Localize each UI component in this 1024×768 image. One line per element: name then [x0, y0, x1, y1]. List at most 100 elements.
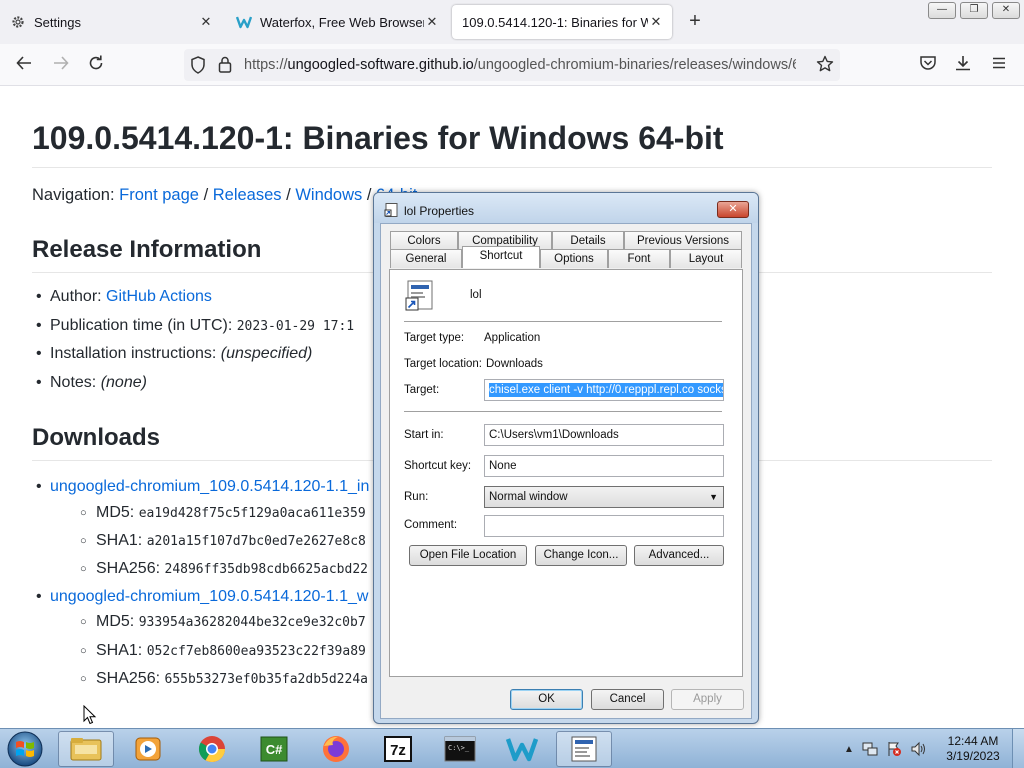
- change-icon-button[interactable]: Change Icon...: [535, 545, 627, 566]
- taskbar-media-player[interactable]: [120, 731, 176, 767]
- hash-md5: MD5: ea19d428f75c5f129a0aca611e359: [80, 504, 366, 522]
- breadcrumb-separator: /: [366, 186, 372, 204]
- run-select-value: Normal window: [489, 491, 568, 503]
- back-icon[interactable]: [13, 54, 35, 76]
- advanced-button[interactable]: Advanced...: [634, 545, 724, 566]
- shortcut-file-icon: [384, 203, 398, 217]
- volume-icon[interactable]: [910, 741, 928, 757]
- close-tab-icon[interactable]: ✕: [648, 14, 664, 30]
- close-window-button[interactable]: ✕: [992, 2, 1020, 19]
- start-button-icon[interactable]: [3, 730, 47, 768]
- shortcut-panel: lol Target type: Application Target loca…: [389, 269, 743, 677]
- url-host: ungoogled-software.github.io: [287, 57, 474, 73]
- target-label: Target:: [404, 384, 440, 396]
- tab-options[interactable]: Options: [540, 249, 608, 268]
- pocket-icon[interactable]: [917, 54, 939, 76]
- tab-release-page[interactable]: 109.0.5414.120-1: Binaries for Windo ✕: [452, 5, 672, 39]
- restore-button[interactable]: ❐: [960, 2, 988, 19]
- comment-field[interactable]: [484, 515, 724, 537]
- page-title: 109.0.5414.120-1: Binaries for Windows 6…: [32, 120, 992, 168]
- tab-previous-versions[interactable]: Previous Versions: [624, 231, 742, 250]
- taskbar-chrome[interactable]: [184, 731, 240, 767]
- media-player-icon: [135, 737, 161, 761]
- comment-label: Comment:: [404, 519, 458, 531]
- breadcrumb-label: Navigation:: [32, 186, 115, 204]
- cmd-icon: C:\>_: [444, 736, 476, 762]
- tab-colors[interactable]: Colors: [390, 231, 458, 250]
- tab-details[interactable]: Details: [552, 231, 624, 250]
- shield-icon[interactable]: [190, 56, 206, 78]
- taskbar-properties-window[interactable]: [556, 731, 612, 767]
- open-file-location-button[interactable]: Open File Location: [409, 545, 527, 566]
- minimize-button[interactable]: —: [928, 2, 956, 19]
- shortcut-name: lol: [470, 289, 482, 301]
- dialog-close-button[interactable]: ✕: [717, 201, 749, 218]
- firefox-icon: [323, 736, 349, 762]
- waterfox-icon: [506, 738, 538, 762]
- url-text[interactable]: https://ungoogled-software.github.io/ung…: [244, 57, 796, 73]
- lock-icon[interactable]: [218, 56, 232, 77]
- tab-shortcut[interactable]: Shortcut: [462, 246, 540, 268]
- system-tray: ▲: [844, 729, 928, 768]
- install-label: Installation instructions:: [50, 345, 217, 362]
- tab-font[interactable]: Font: [608, 249, 670, 268]
- clock[interactable]: 12:44 AM 3/19/2023: [940, 734, 1006, 764]
- list-item-author: Author: GitHub Actions: [36, 288, 212, 306]
- download-link[interactable]: ungoogled-chromium_109.0.5414.120-1.1_in: [50, 478, 369, 495]
- dialog-titlebar[interactable]: lol Properties ✕: [374, 193, 758, 223]
- tab-layout[interactable]: Layout: [670, 249, 742, 268]
- list-item-publication-time: Publication time (in UTC): 2023-01-29 17…: [36, 317, 354, 335]
- apply-button[interactable]: Apply: [671, 689, 744, 710]
- chevron-down-icon: ▼: [709, 492, 718, 502]
- tab-title: Settings: [34, 14, 81, 30]
- divider: [404, 411, 722, 412]
- target-field[interactable]: chisel.exe client -v http://0.repppl.rep…: [484, 379, 724, 401]
- hash-sha1: SHA1: a201a15f107d7bc0ed7e2627e8c8: [80, 532, 366, 550]
- show-desktop-button[interactable]: [1012, 729, 1024, 768]
- tab-title: 109.0.5414.120-1: Binaries for Windo: [462, 14, 648, 30]
- show-hidden-icons-icon[interactable]: ▲: [844, 744, 854, 755]
- reload-icon[interactable]: [85, 54, 107, 76]
- tab-general[interactable]: General: [390, 249, 462, 268]
- close-tab-icon[interactable]: ✕: [198, 14, 214, 30]
- forward-icon[interactable]: [50, 54, 72, 76]
- run-select[interactable]: Normal window ▼: [484, 486, 724, 508]
- hash-md5: MD5: 933954a36282044be32ce9e32c0b7: [80, 613, 366, 631]
- cancel-button[interactable]: Cancel: [591, 689, 664, 710]
- waterfox-icon: [236, 14, 252, 30]
- url-protocol: https://: [244, 57, 288, 73]
- menu-icon[interactable]: [988, 54, 1010, 76]
- close-tab-icon[interactable]: ✕: [424, 14, 440, 30]
- svg-text:C#: C#: [266, 742, 283, 757]
- network-icon[interactable]: [862, 741, 878, 757]
- notes-label: Notes:: [50, 374, 97, 391]
- taskbar-7zip[interactable]: 7z: [370, 731, 426, 767]
- breadcrumb-front-page[interactable]: Front page: [119, 186, 199, 204]
- hash-label: MD5:: [96, 613, 135, 630]
- taskbar: C# 7z C:\>_ ▲ 12:44 AM 3/19/2023: [0, 728, 1024, 768]
- list-item-download: ungoogled-chromium_109.0.5414.120-1.1_w: [36, 588, 368, 606]
- author-link[interactable]: GitHub Actions: [106, 288, 212, 305]
- start-in-field[interactable]: C:\Users\vm1\Downloads: [484, 424, 724, 446]
- dialog-title: lol Properties: [404, 204, 475, 218]
- breadcrumb-releases[interactable]: Releases: [213, 186, 282, 204]
- taskbar-cmd[interactable]: C:\>_: [432, 731, 488, 767]
- taskbar-explorer[interactable]: [58, 731, 114, 767]
- ok-button[interactable]: OK: [510, 689, 583, 710]
- download-link[interactable]: ungoogled-chromium_109.0.5414.120-1.1_w: [50, 588, 368, 605]
- bookmark-star-icon[interactable]: [816, 55, 834, 77]
- url-bar[interactable]: https://ungoogled-software.github.io/ung…: [184, 49, 840, 81]
- downloads-icon[interactable]: [952, 54, 974, 76]
- new-tab-button[interactable]: +: [684, 11, 706, 33]
- action-center-flag-icon[interactable]: [886, 741, 902, 757]
- taskbar-csharp[interactable]: C#: [246, 731, 302, 767]
- breadcrumb-windows[interactable]: Windows: [295, 186, 362, 204]
- properties-window-icon: [571, 736, 597, 762]
- 7zip-icon: 7z: [384, 736, 412, 762]
- hash-value: 24896ff35db98cdb6625acbd22: [164, 562, 369, 577]
- tab-settings[interactable]: Settings ✕: [0, 5, 222, 39]
- shortcut-key-field[interactable]: None: [484, 455, 724, 477]
- taskbar-firefox[interactable]: [308, 731, 364, 767]
- tab-waterfox[interactable]: Waterfox, Free Web Browser ✕: [226, 5, 448, 39]
- taskbar-waterfox[interactable]: [494, 731, 550, 767]
